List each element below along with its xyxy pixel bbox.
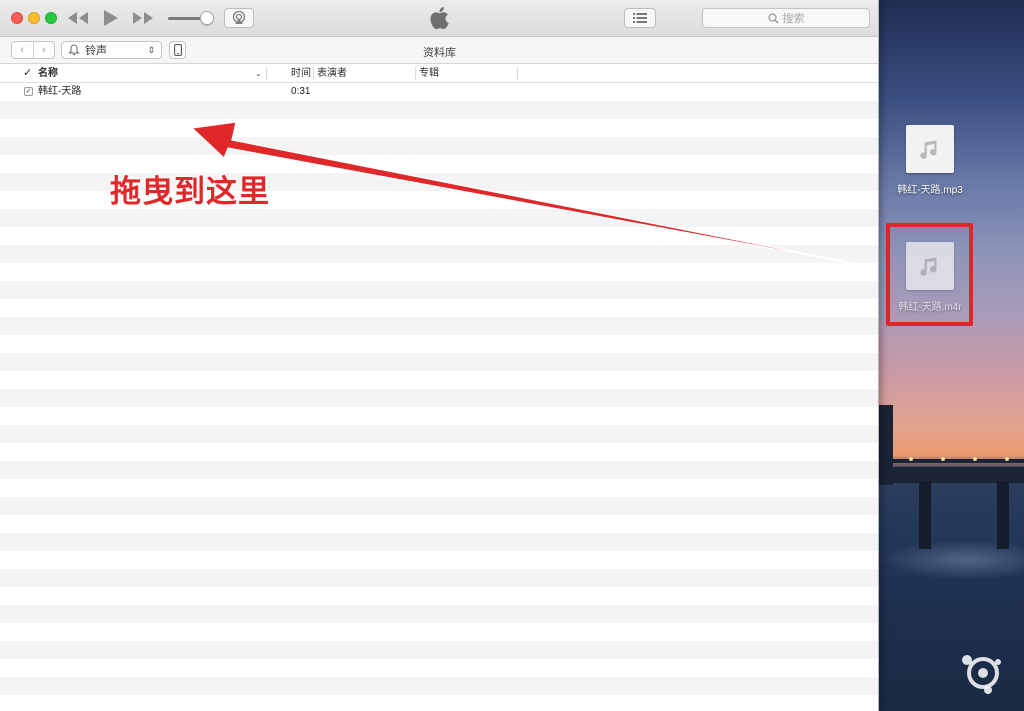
- highlight-box: [886, 223, 973, 326]
- column-artist[interactable]: 表演者: [317, 64, 347, 83]
- empty-row: [0, 443, 878, 461]
- empty-row: [0, 317, 878, 335]
- table-row[interactable]: ✓ 韩红-天路 0:31: [0, 83, 878, 101]
- annotation-text: 拖曳到这里: [110, 174, 270, 209]
- empty-row: [0, 371, 878, 389]
- empty-row: [0, 119, 878, 137]
- iphone-icon: [173, 44, 182, 56]
- updown-chevron-icon: ⇕: [147, 44, 155, 55]
- airplay-button[interactable]: [224, 8, 254, 28]
- back-button[interactable]: ‹: [12, 42, 33, 58]
- rewind-icon[interactable]: [67, 11, 89, 25]
- list-view-icon: [633, 13, 647, 23]
- itunes-window: 搜索 资料库 ‹ › 铃声 ⇕ ✓ 名称 ⌄ 时间 表演者 专辑 ✓ 韩红-天路…: [0, 0, 879, 711]
- empty-row: [0, 695, 878, 711]
- empty-row: [0, 335, 878, 353]
- empty-row: [0, 407, 878, 425]
- empty-row: [0, 245, 878, 263]
- empty-row: [0, 605, 878, 623]
- empty-row: [0, 659, 878, 677]
- media-type-select[interactable]: 铃声 ⇕: [61, 41, 162, 59]
- bell-icon: [68, 44, 80, 56]
- close-window-button[interactable]: [11, 12, 23, 24]
- empty-row: [0, 497, 878, 515]
- empty-row: [0, 569, 878, 587]
- empty-row: [0, 425, 878, 443]
- column-name[interactable]: 名称: [38, 64, 58, 83]
- empty-row: [0, 209, 878, 227]
- search-input[interactable]: 搜索: [702, 8, 870, 28]
- navigation-buttons: ‹ ›: [11, 41, 55, 59]
- empty-row: [0, 641, 878, 659]
- search-placeholder: 搜索: [782, 13, 805, 25]
- search-icon: [767, 12, 778, 23]
- empty-row: [0, 479, 878, 497]
- empty-row: [0, 677, 878, 695]
- music-file-icon: [906, 125, 954, 173]
- volume-slider-knob[interactable]: [200, 11, 214, 25]
- empty-row: [0, 623, 878, 641]
- track-checkbox[interactable]: ✓: [24, 87, 33, 96]
- fast-forward-icon[interactable]: [132, 11, 154, 25]
- airplay-icon: [232, 11, 246, 24]
- track-name: 韩红-天路: [38, 86, 82, 97]
- watermark-logo-icon: [962, 655, 1001, 694]
- desktop-file-mp3[interactable]: 韩红-天路.mp3: [885, 125, 975, 196]
- column-check[interactable]: ✓: [23, 64, 32, 83]
- column-header-row: ✓ 名称 ⌄ 时间 表演者 专辑: [0, 64, 878, 83]
- zoom-window-button[interactable]: [45, 12, 57, 24]
- empty-row: [0, 137, 878, 155]
- empty-row: [0, 533, 878, 551]
- empty-row: [0, 587, 878, 605]
- pier-silhouette: [879, 405, 1024, 555]
- sort-chevron-down-icon[interactable]: ⌄: [255, 64, 262, 83]
- track-time: 0:31: [291, 86, 311, 97]
- empty-row: [0, 461, 878, 479]
- device-button[interactable]: [169, 41, 186, 59]
- empty-row: [0, 227, 878, 245]
- empty-row: [0, 353, 878, 371]
- empty-row: [0, 299, 878, 317]
- empty-row: [0, 101, 878, 119]
- column-album[interactable]: 专辑: [419, 64, 439, 83]
- media-type-label: 铃声: [85, 45, 107, 57]
- column-time[interactable]: 时间: [291, 64, 311, 83]
- empty-row: [0, 515, 878, 533]
- title-bar: 搜索: [0, 0, 878, 37]
- play-icon[interactable]: [103, 9, 119, 27]
- file-label: 韩红-天路.mp3: [897, 185, 963, 196]
- empty-row: [0, 389, 878, 407]
- empty-row: [0, 551, 878, 569]
- empty-row: [0, 281, 878, 299]
- forward-button[interactable]: ›: [32, 42, 55, 58]
- library-toolbar: 资料库 ‹ › 铃声 ⇕: [0, 37, 878, 64]
- empty-row: [0, 263, 878, 281]
- list-view-button[interactable]: [624, 8, 656, 28]
- apple-logo-icon: [430, 7, 449, 30]
- minimize-window-button[interactable]: [28, 12, 40, 24]
